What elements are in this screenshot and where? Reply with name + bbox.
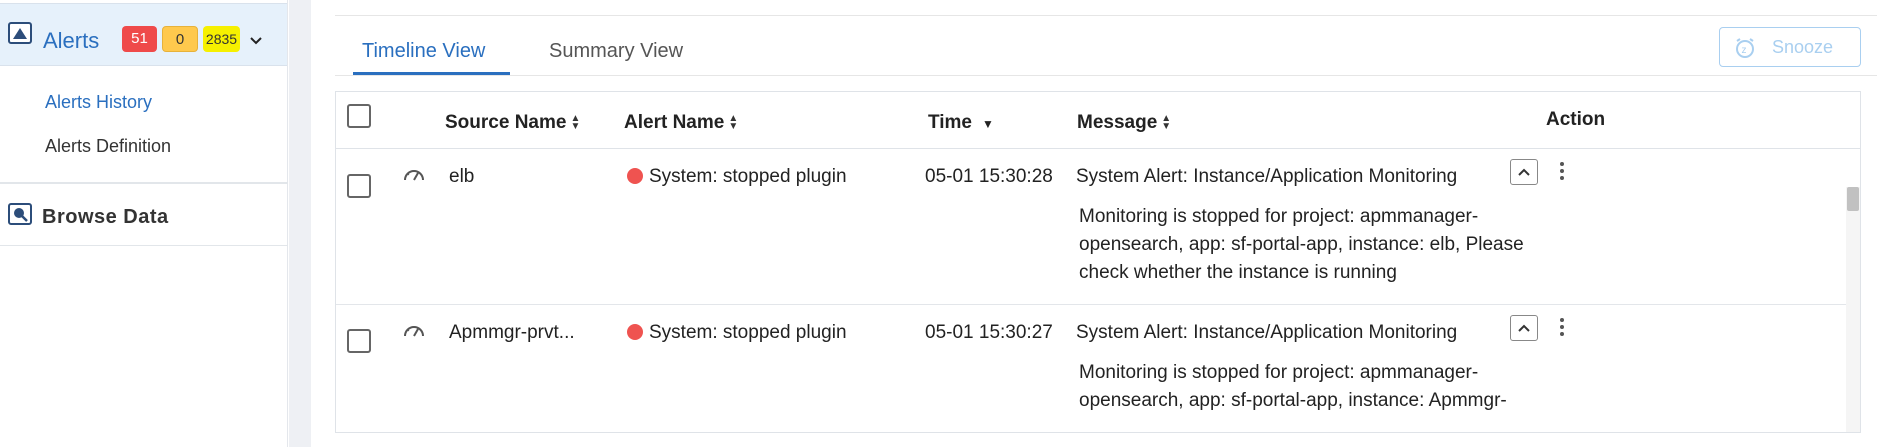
collapse-row-button[interactable] [1510, 315, 1538, 341]
warning-count-badge[interactable]: 0 [162, 26, 198, 52]
column-header-source-name[interactable]: Source Name ▲ ▼ [445, 112, 580, 134]
header-label: Time [928, 112, 973, 133]
alert-message: System Alert: Instance/Application Monit… [1076, 166, 1458, 187]
table-scrollbar[interactable] [1846, 187, 1860, 432]
sidebar-item-alerts[interactable]: Alerts 51 0 2835 [0, 3, 287, 66]
collapse-row-button[interactable] [1510, 159, 1538, 185]
chevron-up-icon [1518, 168, 1530, 176]
header-label: Source Name [445, 112, 567, 133]
alert-name[interactable]: System: stopped plugin [627, 166, 847, 188]
alert-message: System Alert: Instance/Application Monit… [1076, 322, 1458, 343]
browse-data-icon [8, 203, 32, 225]
alerts-table: Source Name ▲ ▼ Alert Name ▲ ▼ Time ▼ Message… [335, 91, 1861, 433]
alert-time: 05-01 15:30:28 [925, 166, 1053, 187]
row-checkbox[interactable] [347, 329, 371, 353]
svg-text:z: z [1742, 45, 1747, 56]
divider [0, 182, 288, 184]
sidebar-item-alerts-definition[interactable]: Alerts Definition [45, 136, 171, 157]
alert-name-label: System: stopped plugin [649, 166, 847, 187]
chevron-down-icon[interactable] [248, 33, 264, 49]
sort-icon: ▲ ▼ [570, 112, 581, 132]
alert-message-detail: Monitoring is stopped for project: apmma… [1079, 206, 1524, 283]
source-name[interactable]: elb [449, 166, 474, 188]
gauge-icon [403, 322, 425, 338]
sidebar-item-label: Alerts [43, 28, 100, 53]
alert-message-detail: Monitoring is stopped for project: apmma… [1079, 362, 1507, 411]
main-panel: Timeline View Summary View z Snooze Sour… [311, 0, 1877, 447]
snooze-button[interactable]: z Snooze [1719, 27, 1861, 67]
status-dot [627, 324, 643, 340]
alerts-icon [8, 22, 32, 44]
info-count-badge[interactable]: 2835 [203, 26, 240, 52]
status-dot [627, 168, 643, 184]
sidebar-item-alerts-history[interactable]: Alerts History [45, 92, 152, 113]
critical-count-badge[interactable]: 51 [122, 26, 157, 52]
more-options-icon[interactable] [1558, 160, 1566, 182]
table-row[interactable]: Apmmgr-prvt... System: stopped plugin 05… [336, 305, 1860, 432]
column-header-message[interactable]: Message ▲ ▼ [1077, 112, 1171, 134]
header-label: Alert Name [624, 112, 725, 133]
sort-desc-icon: ▼ [982, 117, 994, 131]
alert-time: 05-01 15:30:27 [925, 322, 1053, 343]
source-name[interactable]: Apmmgr-prvt... [449, 322, 575, 344]
alert-name[interactable]: System: stopped plugin [627, 322, 847, 344]
tab-summary-view[interactable]: Summary View [549, 40, 683, 63]
snooze-icon: z [1734, 37, 1756, 59]
snooze-label: Snooze [1772, 37, 1834, 57]
gutter [289, 0, 311, 447]
scrollbar-thumb[interactable] [1847, 187, 1859, 211]
header-label: Message [1077, 112, 1158, 133]
chevron-up-icon [1518, 324, 1530, 332]
row-checkbox[interactable] [347, 174, 371, 198]
select-all-checkbox[interactable] [347, 104, 371, 128]
column-header-alert-name[interactable]: Alert Name ▲ ▼ [624, 112, 738, 134]
column-header-action: Action [1546, 109, 1606, 130]
table-row[interactable]: elb System: stopped plugin 05-01 15:30:2… [336, 149, 1860, 304]
tab-timeline-view[interactable]: Timeline View [362, 40, 485, 63]
sidebar: Alerts 51 0 2835 Alerts History Alerts D… [0, 0, 288, 447]
divider [335, 15, 1877, 16]
sort-icon: ▲ ▼ [1161, 112, 1172, 132]
gauge-icon [403, 166, 425, 182]
more-options-icon[interactable] [1558, 316, 1566, 338]
divider [335, 75, 1877, 76]
sidebar-item-browse-data[interactable]: Browse Data [0, 186, 288, 246]
sort-icon: ▲ ▼ [728, 112, 739, 132]
alert-name-label: System: stopped plugin [649, 322, 847, 343]
sidebar-item-label: Browse Data [42, 206, 169, 228]
column-header-time[interactable]: Time ▼ [928, 112, 994, 134]
table-header: Source Name ▲ ▼ Alert Name ▲ ▼ Time ▼ Message… [336, 92, 1860, 149]
